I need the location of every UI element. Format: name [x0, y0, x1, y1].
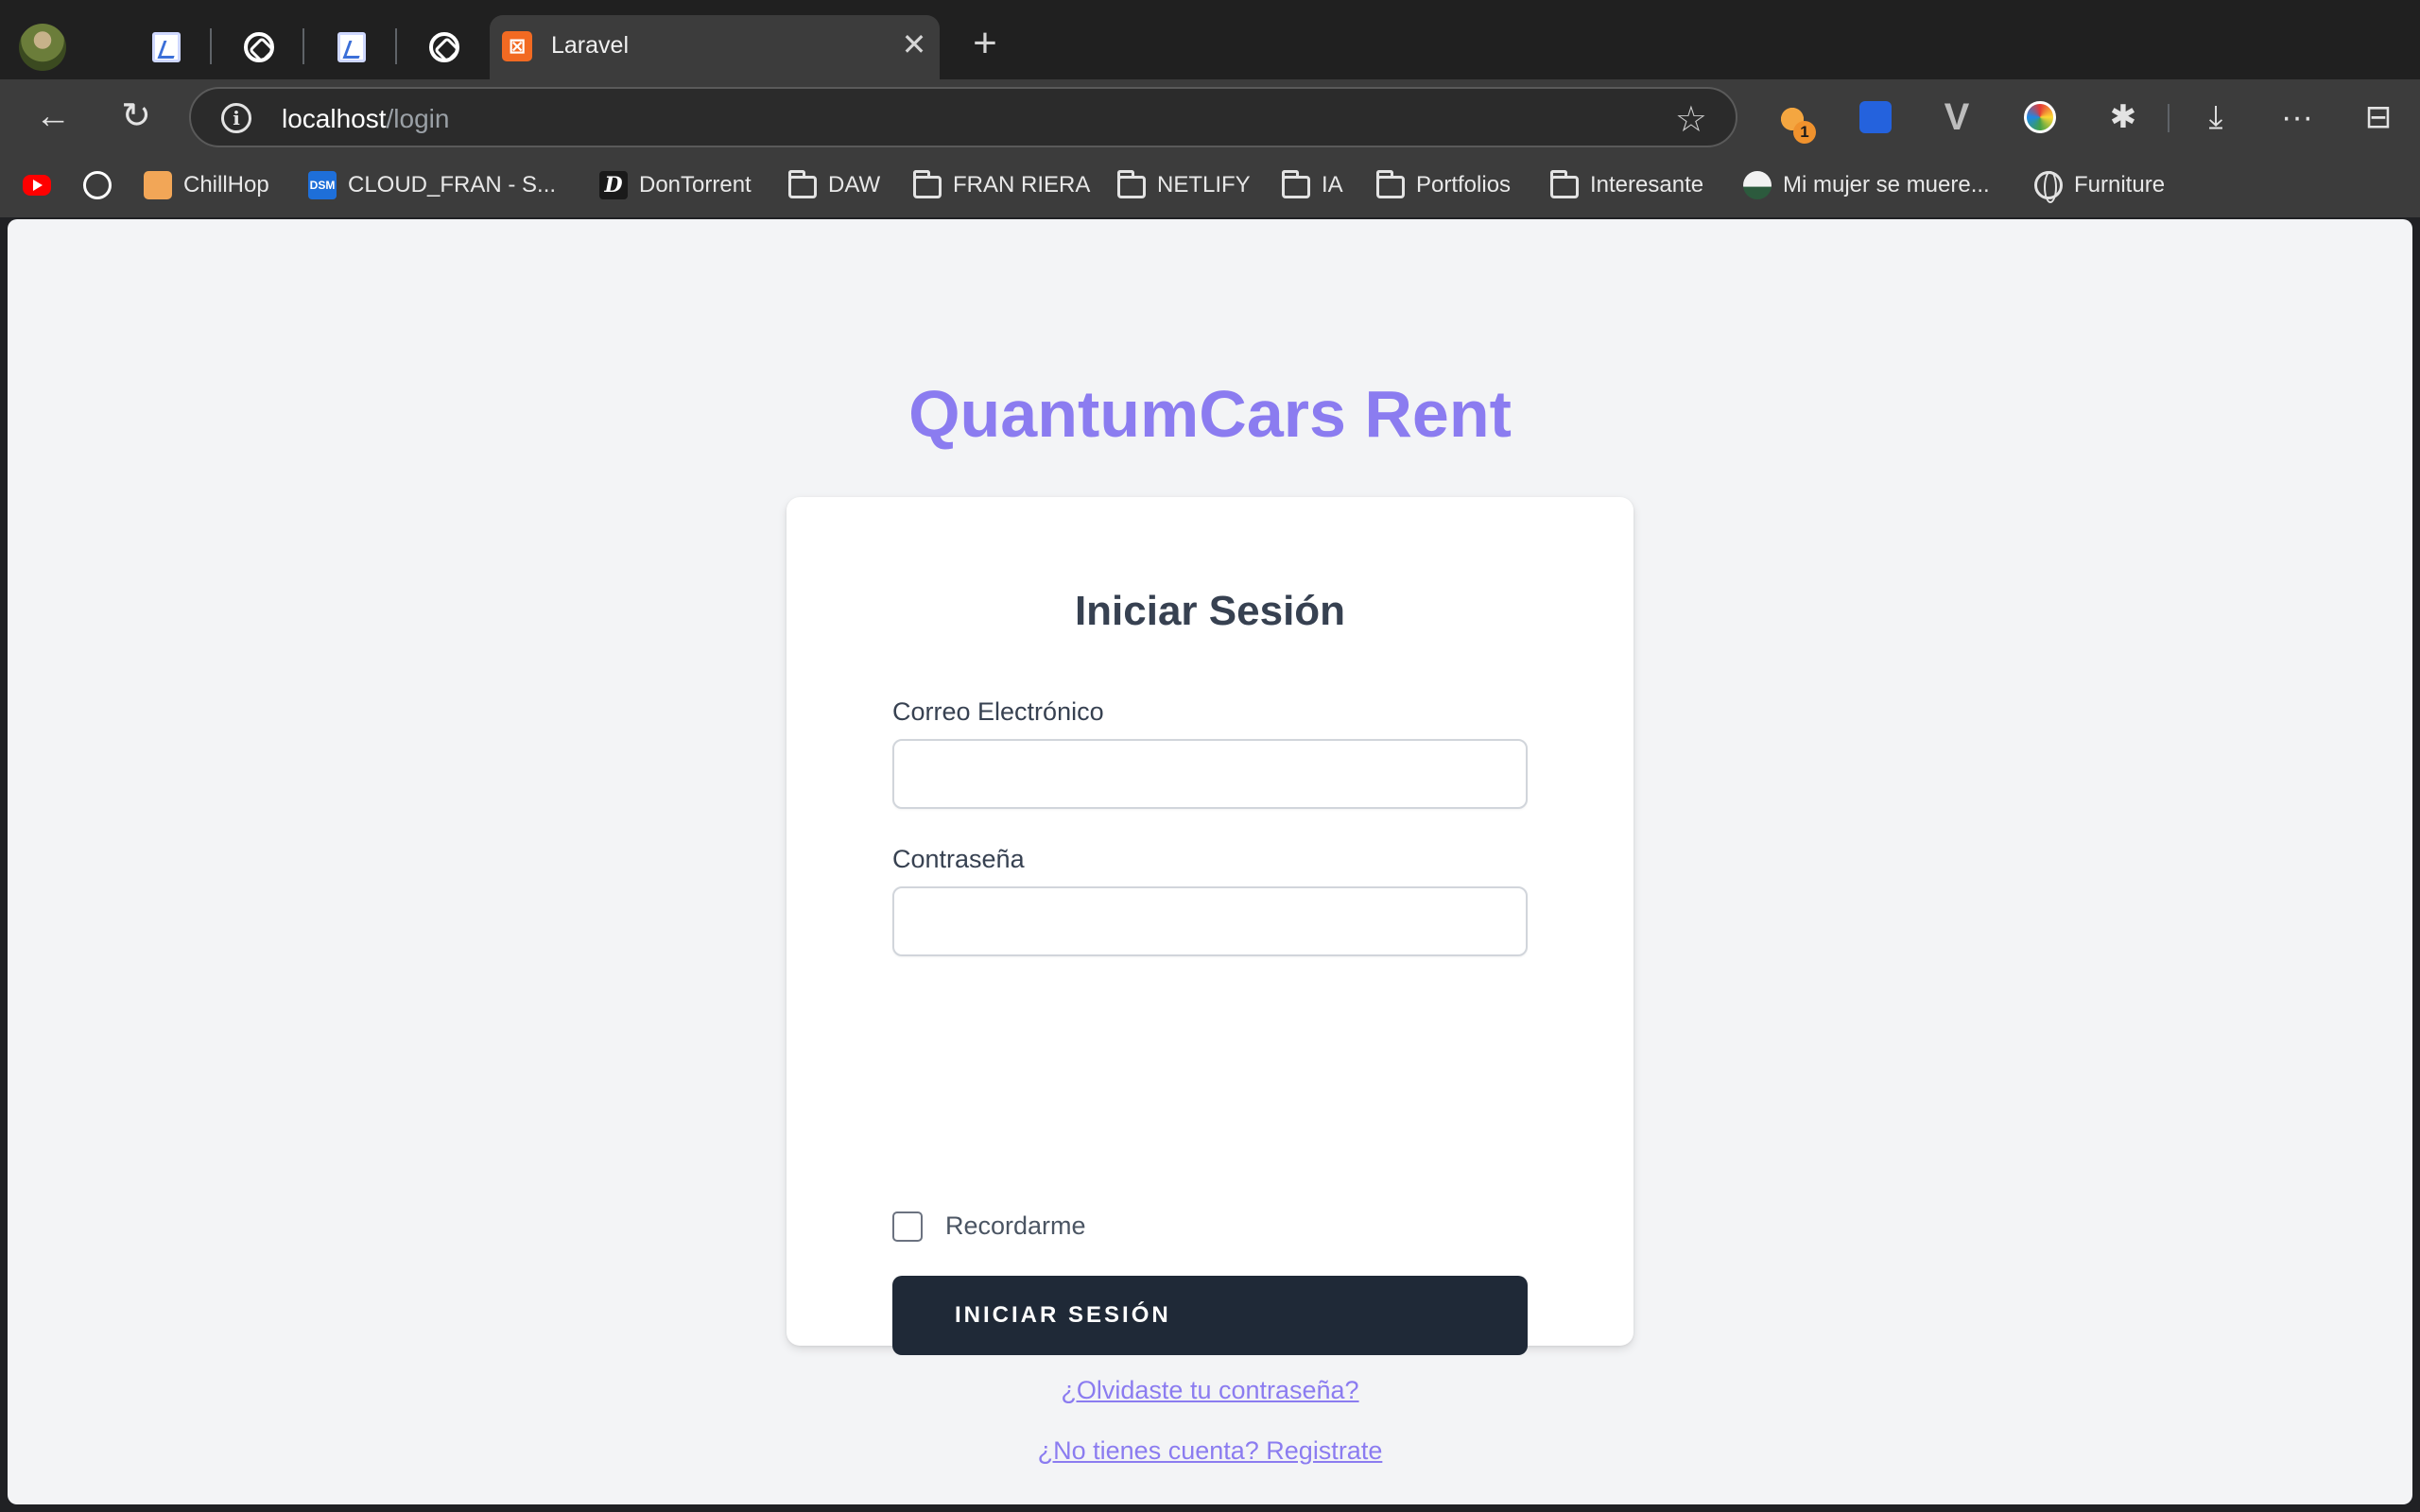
url-host: localhost	[282, 104, 387, 133]
bookmark-furniture[interactable]: Furniture	[2034, 168, 2165, 203]
bookmark-folder-daw[interactable]: DAW	[788, 168, 880, 202]
tab-strip: ⊠ Laravel ✕ +	[0, 0, 2420, 79]
folder-icon	[1550, 170, 1579, 198]
downloads-icon[interactable]: ⤓	[2197, 98, 2235, 136]
login-title: Iniciar Sesión	[1074, 588, 1346, 634]
forgot-password-link[interactable]: ¿Olvidaste tu contraseña?	[1061, 1376, 1358, 1404]
extension-bitwarden-icon[interactable]	[1857, 98, 1894, 136]
chatgpt-icon	[244, 32, 274, 62]
chillhop-icon	[144, 171, 172, 199]
bookmark-star-icon[interactable]: ☆	[1675, 98, 1707, 141]
remember-checkbox[interactable]	[892, 1211, 923, 1242]
folder-icon	[1282, 170, 1310, 198]
brand-title: QuantumCars Rent	[908, 377, 1512, 451]
chatgpt-icon	[83, 171, 112, 199]
active-tab-title: Laravel	[551, 32, 629, 59]
browser-toolbar: ← ↻ i localhost/login ☆ V ✱ ⤓ ··· ⊟	[0, 79, 2420, 155]
site-info-icon[interactable]: i	[221, 103, 251, 133]
forgot-password-row: ¿Olvidaste tu contraseña?	[786, 1376, 1634, 1405]
register-row: ¿No tienes cuenta? Registrate	[786, 1436, 1634, 1466]
extension-vue-devtools-icon[interactable]: V	[1938, 96, 1976, 138]
address-bar[interactable]: i localhost/login ☆	[189, 87, 1737, 147]
globe-icon	[2034, 171, 2063, 203]
new-tab-button[interactable]: +	[964, 23, 1006, 66]
bookmark-folder-interesante[interactable]: Interesante	[1550, 168, 1703, 202]
folder-icon	[1117, 170, 1146, 198]
email-input[interactable]	[892, 739, 1528, 809]
bookmark-youtube[interactable]	[23, 168, 62, 202]
login-submit-button[interactable]: INICIAR SESIÓN	[892, 1276, 1528, 1355]
folder-icon	[788, 170, 817, 198]
password-label: Contraseña	[892, 845, 1025, 873]
bookmark-dontorrent[interactable]: D DonTorrent	[599, 168, 752, 202]
pinned-tab-notes-1[interactable]	[147, 28, 185, 66]
bookmarks-bar: ChillHop DSM CLOUD_FRAN - S... D DonTorren…	[0, 155, 2420, 217]
address-url[interactable]: localhost/login	[282, 104, 449, 134]
pinned-tab-chatgpt-2[interactable]	[425, 28, 463, 66]
pinned-tab-notes-2[interactable]	[333, 28, 371, 66]
notes-icon	[337, 32, 366, 62]
more-menu-icon[interactable]: ···	[2278, 98, 2316, 136]
bookmark-mi-mujer[interactable]: Mi mujer se muere...	[1743, 168, 1990, 202]
page-viewport: QuantumCars Rent Iniciar Sesión Correo E…	[8, 219, 2412, 1504]
bookmark-folder-netlify[interactable]: NETLIFY	[1117, 168, 1251, 202]
profile-avatar[interactable]	[19, 24, 66, 71]
tab-separator	[210, 28, 212, 64]
bookmark-cloud-fran[interactable]: DSM CLOUD_FRAN - S...	[308, 168, 556, 202]
password-input[interactable]	[892, 886, 1528, 956]
extensions-puzzle-icon[interactable]: ✱	[2104, 98, 2142, 136]
back-button[interactable]: ←	[28, 93, 78, 142]
dontorrent-icon: D	[599, 171, 628, 199]
laravel-favicon-icon: ⊠	[502, 31, 532, 61]
dsm-icon: DSM	[308, 171, 337, 199]
sidebar-toggle-icon[interactable]: ⊟	[2360, 98, 2397, 136]
bookmark-chatgpt[interactable]	[83, 168, 123, 202]
bookmark-folder-portfolios[interactable]: Portfolios	[1376, 168, 1511, 202]
reload-button[interactable]: ↻	[112, 93, 161, 142]
pinned-tab-chatgpt-1[interactable]	[240, 28, 278, 66]
extension-badge: 1	[1793, 121, 1816, 144]
bookmark-chillhop[interactable]: ChillHop	[144, 168, 269, 202]
remember-label[interactable]: Recordarme	[945, 1211, 1086, 1241]
folder-icon	[1376, 170, 1405, 198]
site-thumbnail-icon	[1743, 171, 1772, 199]
register-link[interactable]: ¿No tienes cuenta? Registrate	[1038, 1436, 1383, 1465]
bookmark-folder-ia[interactable]: IA	[1282, 168, 1343, 202]
url-path: /login	[386, 104, 450, 133]
tab-separator	[395, 28, 397, 64]
extension-color-picker-icon[interactable]	[2021, 98, 2059, 136]
tab-separator	[302, 28, 304, 64]
chatgpt-icon	[429, 32, 459, 62]
tab-close-icon[interactable]: ✕	[898, 28, 930, 60]
toolbar-separator	[2168, 104, 2169, 132]
notes-icon	[152, 32, 181, 62]
bookmark-folder-fran-riera[interactable]: FRAN RIERA	[913, 168, 1090, 202]
login-card: Iniciar Sesión Correo Electrónico Contra…	[786, 497, 1634, 1465]
email-label: Correo Electrónico	[892, 697, 1104, 726]
folder-icon	[913, 170, 942, 198]
youtube-icon	[23, 175, 51, 196]
